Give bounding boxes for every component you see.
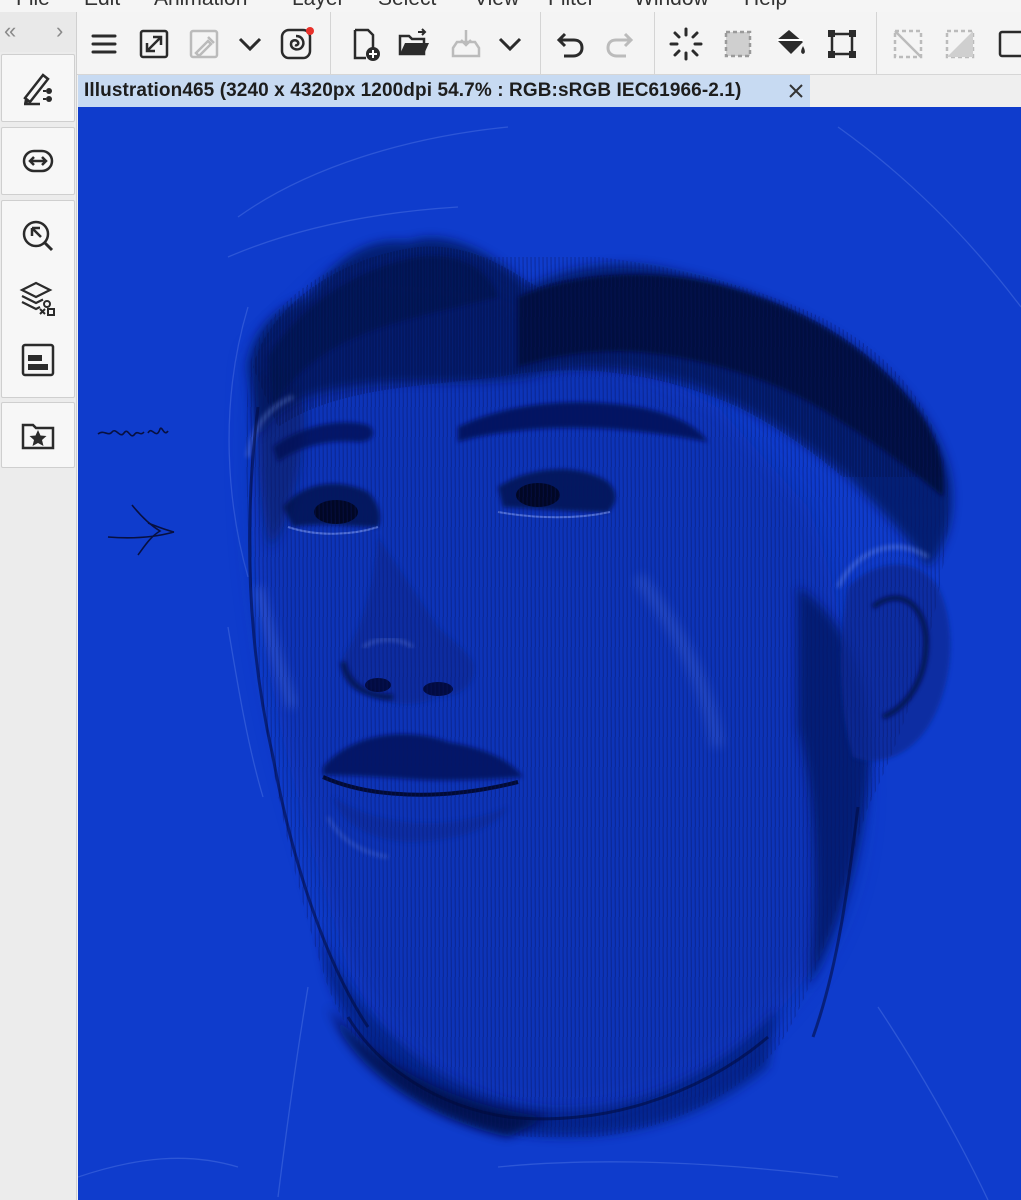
- menu-filter[interactable]: Filter: [548, 0, 595, 11]
- clear-selection-button[interactable]: [886, 22, 930, 66]
- collapse-dock-button[interactable]: «: [4, 18, 16, 44]
- invert-selection-button[interactable]: [938, 22, 982, 66]
- menu-select[interactable]: Select: [378, 0, 436, 11]
- undo-button[interactable]: [548, 22, 592, 66]
- dock-panel-3: [1, 200, 75, 398]
- history-button[interactable]: [16, 338, 60, 382]
- new-document-button[interactable]: [342, 22, 386, 66]
- redo-button[interactable]: [598, 22, 642, 66]
- sub-tool-button[interactable]: [16, 66, 60, 110]
- fill-button[interactable]: [768, 22, 812, 66]
- search-layer-button[interactable]: [16, 214, 60, 258]
- open-button[interactable]: [392, 22, 436, 66]
- menu-window[interactable]: Window: [634, 0, 709, 11]
- drawing-canvas[interactable]: [78, 107, 1021, 1200]
- chevron-down-icon: [238, 37, 262, 52]
- margin-scribble: [97, 427, 175, 556]
- history-icon: [21, 343, 55, 377]
- materials-button[interactable]: [16, 413, 60, 457]
- dropdown-button[interactable]: [228, 22, 272, 66]
- panel-icon: [998, 30, 1021, 58]
- new-document-icon: [353, 28, 380, 61]
- toolbar-separator: [330, 12, 331, 74]
- toolbar-separator: [540, 12, 541, 74]
- menu-file[interactable]: File: [16, 0, 50, 11]
- menu-help[interactable]: Help: [744, 0, 787, 11]
- menu-bar: File Edit Animation Layer Select View Fi…: [0, 0, 1021, 12]
- loading-spinner-icon: [669, 27, 703, 61]
- dock-panel-2: [1, 127, 75, 195]
- menu-view[interactable]: View: [474, 0, 519, 11]
- clear-selection-icon: [893, 29, 923, 59]
- open-folder-icon: [398, 28, 429, 56]
- menu-button[interactable]: [82, 22, 126, 66]
- selection-button[interactable]: [716, 22, 760, 66]
- expand-dock-button[interactable]: ›: [56, 18, 63, 44]
- menu-icon: [91, 34, 117, 54]
- navigator-icon: [22, 149, 54, 173]
- close-icon: [789, 84, 803, 98]
- document-title: Illustration465 (3240 x 4320px 1200dpi 5…: [84, 80, 742, 101]
- eyedropper-icon: [189, 29, 219, 59]
- document-tab-bar: Illustration465 (3240 x 4320px 1200dpi 5…: [78, 75, 1021, 107]
- command-bar: [0, 12, 1021, 75]
- save-dropdown-button[interactable]: [488, 22, 532, 66]
- dock-header: « ›: [0, 12, 76, 52]
- selection-icon: [724, 30, 752, 58]
- menu-animation[interactable]: Animation: [154, 0, 247, 11]
- menu-edit[interactable]: Edit: [84, 0, 120, 11]
- search-layer-icon: [22, 220, 54, 252]
- transform-icon: [828, 30, 856, 58]
- document-tab[interactable]: Illustration465 (3240 x 4320px 1200dpi 5…: [78, 75, 810, 107]
- sketch-artwork: [78, 126, 1021, 1200]
- lasso-button[interactable]: [664, 22, 708, 66]
- navigator-button[interactable]: [16, 139, 60, 183]
- spiral-logo-icon: [280, 27, 314, 60]
- save-button[interactable]: [444, 22, 488, 66]
- eyedropper-button[interactable]: [182, 22, 226, 66]
- chevron-down-icon: [498, 37, 522, 52]
- transform-button[interactable]: [820, 22, 864, 66]
- dock-panel-1: [1, 54, 75, 122]
- undo-icon: [556, 32, 584, 58]
- close-tab-button[interactable]: [784, 79, 808, 103]
- materials-icon: [21, 423, 55, 450]
- redo-icon: [606, 32, 634, 58]
- menu-layer[interactable]: Layer: [292, 0, 345, 11]
- invert-selection-icon: [945, 29, 975, 59]
- sub-tool-icon: [23, 73, 52, 106]
- layer-properties-icon: [19, 281, 55, 316]
- resize-icon: [139, 29, 169, 59]
- panel-button[interactable]: [990, 22, 1021, 66]
- toolbar-separator: [876, 12, 877, 74]
- resize-button[interactable]: [132, 22, 176, 66]
- left-dock: « ›: [0, 12, 77, 1200]
- toolbar-separator: [654, 12, 655, 74]
- layer-properties-button[interactable]: [16, 276, 60, 320]
- fill-bucket-icon: [777, 30, 805, 54]
- dock-panel-4: [1, 402, 75, 468]
- save-icon: [451, 30, 481, 58]
- logo-button[interactable]: [274, 22, 318, 66]
